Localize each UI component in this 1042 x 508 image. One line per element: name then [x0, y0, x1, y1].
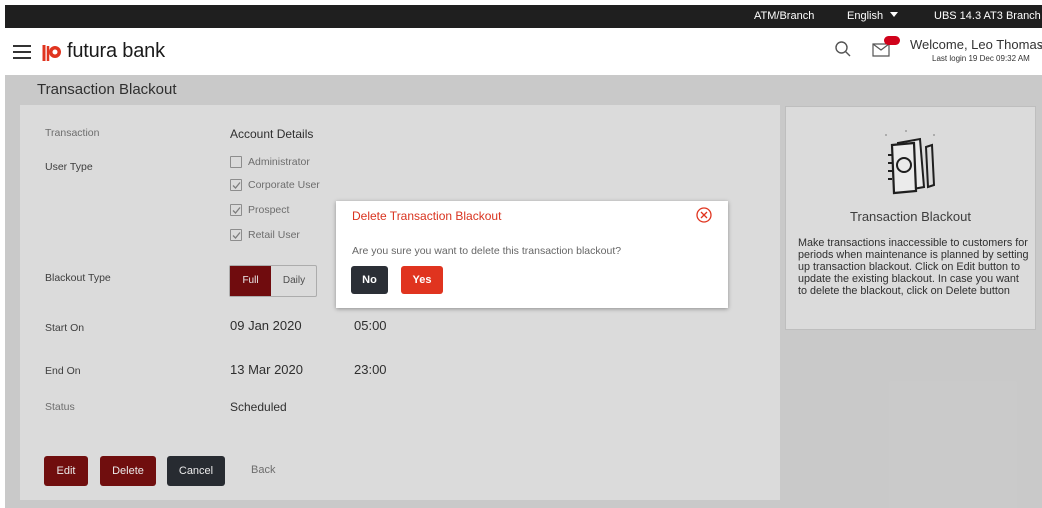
top-strip: ATM/Branch English UBS 14.3 AT3 Branch	[5, 5, 1042, 28]
version-label: UBS 14.3 AT3 Branch	[934, 10, 1041, 22]
no-button[interactable]: No	[351, 266, 388, 294]
last-login: Last login 19 Dec 09:32 AM	[932, 54, 1030, 63]
search-icon[interactable]	[834, 40, 852, 58]
dialog-message: Are you sure you want to delete this tra…	[352, 245, 622, 257]
header: futura bank Welcome, Leo Thomas Last log…	[5, 28, 1042, 75]
yes-button[interactable]: Yes	[401, 266, 443, 294]
close-icon[interactable]	[696, 207, 712, 223]
dialog-title: Delete Transaction Blackout	[352, 209, 502, 223]
brand-name: futura bank	[67, 40, 165, 62]
language-selector[interactable]: English	[847, 10, 899, 22]
menu-icon[interactable]	[13, 45, 31, 59]
delete-confirm-dialog: Delete Transaction Blackout Are you sure…	[336, 201, 728, 308]
futura-logo-icon	[42, 45, 61, 61]
caret-down-icon	[890, 12, 899, 17]
welcome-user[interactable]: Welcome, Leo Thomas	[910, 37, 1042, 52]
notification-badge	[884, 36, 900, 45]
page: ATM/Branch English UBS 14.3 AT3 Branch f…	[0, 0, 1042, 508]
language-label: English	[847, 10, 884, 22]
atm-branch-link[interactable]: ATM/Branch	[754, 10, 814, 22]
